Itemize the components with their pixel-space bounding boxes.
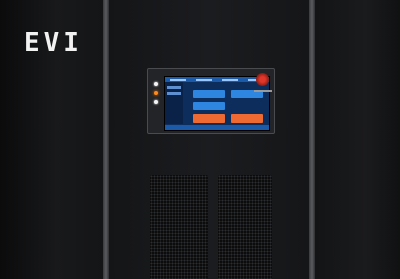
right-cabinet-door <box>315 0 400 279</box>
display-tab <box>222 78 238 81</box>
center-cabinet-door <box>109 0 309 279</box>
display-status-bar <box>165 125 269 130</box>
touch-display[interactable] <box>164 76 270 131</box>
display-tab <box>196 78 212 81</box>
display-alarm-button <box>231 114 263 123</box>
display-sidebar-item <box>167 86 181 89</box>
display-alarm-button <box>193 114 225 123</box>
brand-logo: EVI <box>24 28 83 58</box>
status-led-icon <box>154 82 158 86</box>
ventilation-grille <box>218 175 272 279</box>
display-button <box>193 102 225 110</box>
estop-label-plate <box>254 90 272 92</box>
warning-led-icon <box>154 91 158 95</box>
ventilation-grille <box>150 175 208 279</box>
ups-cabinet-photo: EVI <box>0 0 400 279</box>
display-sidebar <box>165 82 183 124</box>
display-button <box>193 90 225 98</box>
display-sidebar-item <box>167 92 181 95</box>
emergency-stop-button[interactable] <box>256 73 269 86</box>
status-led-icon <box>154 100 158 104</box>
display-tab <box>170 78 186 81</box>
